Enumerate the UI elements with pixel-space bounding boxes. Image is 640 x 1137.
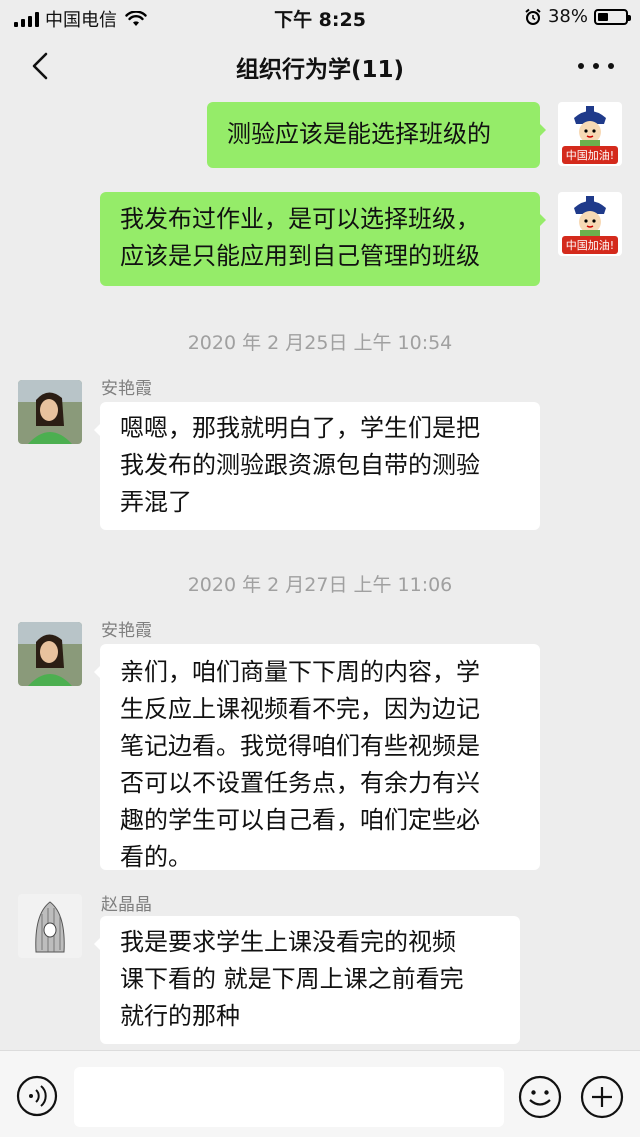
avatar-self-image: 中国加油! (558, 102, 622, 166)
avatar-caption: 中国加油! (566, 148, 614, 162)
avatar-contact[interactable] (18, 622, 82, 686)
battery-percent: 38% (547, 6, 588, 27)
voice-icon[interactable] (16, 1075, 58, 1117)
avatar-contact-image (18, 380, 82, 444)
message-bubble-outgoing[interactable]: 我发布过作业，是可以选择班级， 应该是只能应用到自己管理的班级 (100, 192, 546, 286)
timestamp: 2020 年 2 月27日 上午 11:06 (187, 574, 453, 596)
avatar-contact-image (18, 894, 82, 958)
avatar-self[interactable]: 中国加油! (558, 102, 622, 166)
sender-name: 安艳霞 (101, 621, 152, 641)
battery-icon (594, 8, 631, 25)
avatar-contact[interactable] (18, 380, 82, 444)
message-input[interactable] (74, 1067, 504, 1127)
status-right: 38% (524, 6, 631, 27)
timestamp: 2020 年 2 月25日 上午 10:54 (187, 332, 453, 354)
status-bar: 中国电信 下午 8:25 38% (0, 0, 640, 34)
alarm-icon (525, 8, 541, 25)
message-bubble-incoming[interactable]: 亲们，咱们商量下下周的内容，学 生反应上课视频看不完，因为边记 笔记边看。我觉得… (94, 644, 540, 871)
chat-title: 组织行为学(11) (235, 57, 405, 83)
message-bubble-incoming[interactable]: 我是要求学生上课没看完的视频 课下看的 就是下周上课之前看完 就行的那种 (94, 916, 520, 1044)
avatar-caption: 中国加油! (566, 238, 614, 252)
avatar-contact-image (18, 622, 82, 686)
sender-name: 赵晶晶 (101, 895, 152, 915)
message-bubble-incoming[interactable]: 嗯嗯，那我就明白了，学生们是把 我发布的测验跟资源包自带的测验 弄混了 (94, 402, 540, 530)
sender-name: 安艳霞 (101, 379, 152, 399)
nav-bar: 组织行为学(11) (0, 34, 640, 98)
emoji-icon[interactable] (518, 1075, 562, 1119)
avatar-contact[interactable] (18, 894, 82, 958)
chat-area[interactable]: 测验应该是能选择班级的 中国加油! 我发布过作业，是可以选择班级， 应该是只能应… (0, 98, 640, 1050)
avatar-self[interactable]: 中国加油! (558, 192, 622, 256)
input-bar (0, 1050, 640, 1137)
message-bubble-outgoing[interactable]: 测验应该是能选择班级的 (207, 102, 546, 168)
plus-icon[interactable] (580, 1075, 624, 1119)
more-dots-icon[interactable] (578, 52, 614, 80)
battery-fill (598, 12, 608, 21)
avatar-self-image: 中国加油! (558, 192, 622, 256)
